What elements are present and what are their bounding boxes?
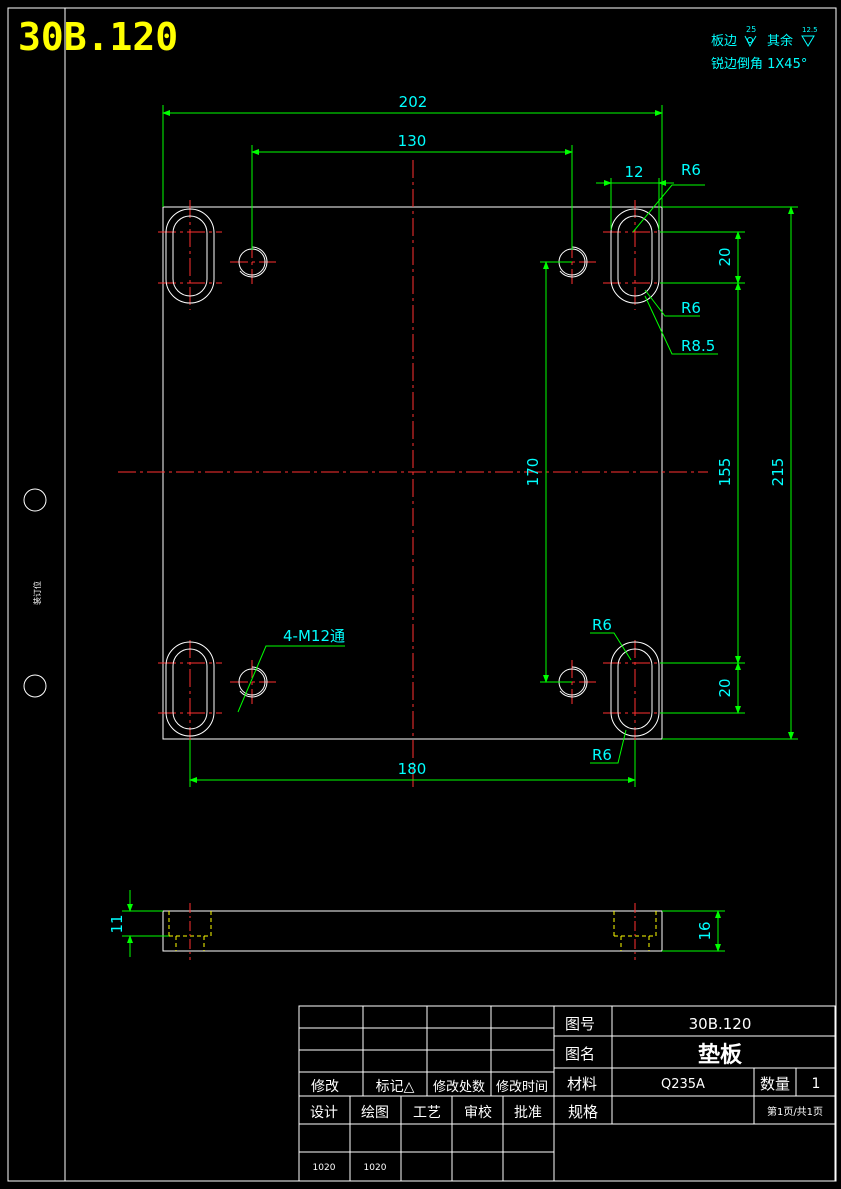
dim-r6-low: R6 (592, 616, 612, 634)
binding-label: 装订位 (32, 581, 42, 605)
dim-16: 16 (696, 921, 714, 940)
dim-155: 155 (716, 458, 734, 487)
page-count: 第1页/共1页 (767, 1105, 823, 1118)
surface-note: 板边 25 其余 12.5 锐边倒角 1X45° (711, 25, 818, 72)
dim-20-top: 20 (716, 247, 734, 266)
spec-label: 规格 (568, 1103, 598, 1121)
dim-180: 180 (398, 760, 427, 778)
sign-header-3: 工艺 (413, 1105, 441, 1121)
rev-header-3: 修改处数 (433, 1080, 485, 1095)
rev-header-1: 修改 (311, 1079, 339, 1095)
svg-text:锐边倒角 1X45°: 锐边倒角 1X45° (711, 57, 807, 72)
cad-drawing: 装订位 30B.120 板边 25 其余 12.5 锐边倒角 1X45° 202… (7, 7, 837, 1182)
drawing-no-label: 图号 (565, 1015, 595, 1033)
dim-11: 11 (108, 914, 126, 933)
rev-header-2: 标记△ (376, 1079, 415, 1095)
dim-r6-top: R6 (681, 161, 701, 179)
dim-202: 202 (399, 93, 428, 111)
svg-text:12.5: 12.5 (802, 26, 818, 34)
sign-header-5: 批准 (514, 1105, 542, 1121)
sign-header-1: 设计 (310, 1105, 338, 1121)
side-view (122, 890, 725, 960)
dim-20-low: 20 (716, 678, 734, 697)
material-label: 材料 (567, 1075, 597, 1093)
svg-text:25: 25 (746, 25, 756, 34)
dim-170: 170 (524, 458, 542, 487)
dim-holes: 4-M12通 (283, 627, 345, 645)
dim-215: 215 (769, 458, 787, 487)
drawing-frame (7, 7, 837, 1182)
svg-text:板边: 板边 (711, 34, 737, 49)
part-name: 垫板 (698, 1042, 743, 1068)
drawing-no: 30B.120 (689, 1015, 752, 1033)
dim-r6-mid: R6 (681, 299, 701, 317)
name-label: 图名 (565, 1045, 595, 1063)
qty-label: 数量 (760, 1075, 790, 1093)
dim-r8-5: R8.5 (681, 337, 715, 355)
sign-header-4: 审校 (464, 1104, 492, 1121)
title-block: 修改 标记△ 修改处数 修改时间 设计 绘图 工艺 审校 批准 1020 102… (310, 1015, 823, 1173)
drawing-code-large: 30B.120 (18, 15, 178, 59)
sign-value-2: 1020 (364, 1163, 387, 1173)
svg-text:其余: 其余 (767, 33, 793, 49)
dim-130: 130 (398, 132, 427, 150)
material: Q235A (661, 1077, 705, 1092)
sign-header-2: 绘图 (361, 1105, 389, 1121)
dim-12: 12 (624, 163, 643, 181)
dim-r6-bot: R6 (592, 746, 612, 764)
sign-value-1: 1020 (313, 1163, 336, 1173)
rev-header-4: 修改时间 (496, 1080, 548, 1095)
qty: 1 (812, 1076, 821, 1092)
